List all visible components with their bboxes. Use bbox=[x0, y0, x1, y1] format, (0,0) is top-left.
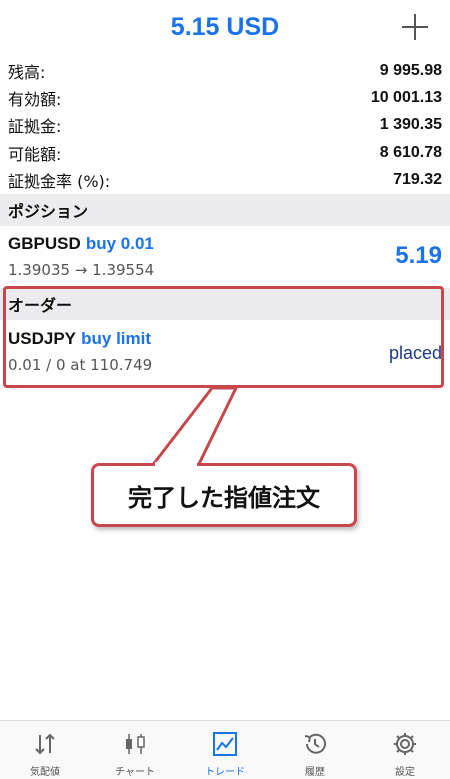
tab-label: 履歴 bbox=[305, 767, 325, 778]
tab-trade[interactable]: トレード bbox=[180, 721, 270, 779]
plus-icon[interactable] bbox=[402, 14, 428, 40]
free-margin-row: 可能額: 8 610.78 bbox=[0, 139, 450, 166]
margin-row: 証拠金: 1 390.35 bbox=[0, 112, 450, 139]
free-margin-label: 可能額: bbox=[8, 144, 62, 164]
position-title: GBPUSD buy 0.01 bbox=[8, 234, 154, 254]
balance-row: 残高: 9 995.98 bbox=[0, 57, 450, 84]
position-prices: 1.39035 → 1.39554 bbox=[8, 261, 155, 279]
margin-value: 1 390.35 bbox=[379, 116, 442, 134]
tab-label: チャート bbox=[115, 767, 155, 778]
tab-settings[interactable]: 設定 bbox=[360, 721, 450, 779]
margin-level-row: 証拠金率 (%): 719.32 bbox=[0, 166, 450, 193]
callout-text: 完了した指値注文 bbox=[128, 483, 320, 512]
margin-level-label: 証拠金率 (%): bbox=[8, 171, 111, 191]
tab-label: 気配値 bbox=[30, 767, 60, 778]
margin-label: 証拠金: bbox=[8, 117, 62, 137]
tab-history[interactable]: 履歴 bbox=[270, 721, 360, 779]
account-summary: 残高: 9 995.98 有効額: 10 001.13 証拠金: 1 390.3… bbox=[0, 57, 450, 193]
tab-label: トレード bbox=[205, 767, 245, 778]
margin-level-value: 719.32 bbox=[393, 170, 442, 188]
position-profit: 5.19 bbox=[395, 242, 442, 269]
tab-label: 設定 bbox=[395, 767, 415, 778]
trade-chart-icon bbox=[213, 732, 237, 756]
position-side: buy 0.01 bbox=[85, 234, 154, 253]
positions-section-header: ポジション bbox=[0, 194, 450, 226]
page-title: 5.15 USD bbox=[170, 13, 280, 41]
history-icon bbox=[304, 733, 326, 754]
candlestick-icon bbox=[126, 734, 145, 754]
balance-label: 残高: bbox=[8, 62, 46, 82]
annotation-callout: 完了した指値注文 bbox=[91, 463, 357, 527]
equity-value: 10 001.13 bbox=[370, 88, 442, 106]
arrows-updown-icon bbox=[35, 733, 55, 755]
position-row[interactable]: GBPUSD buy 0.01 1.39035 → 1.39554 5.19 bbox=[0, 226, 450, 284]
equity-label: 有効額: bbox=[8, 89, 62, 109]
bottom-tab-bar: 気配値 チャート トレード 履歴 設定 bbox=[0, 720, 450, 779]
equity-row: 有効額: 10 001.13 bbox=[0, 84, 450, 111]
free-margin-value: 8 610.78 bbox=[379, 143, 442, 161]
tab-quotes[interactable]: 気配値 bbox=[0, 721, 90, 779]
position-symbol: GBPUSD bbox=[8, 234, 81, 253]
gear-icon bbox=[394, 733, 416, 755]
order-highlight-box bbox=[3, 286, 444, 388]
header: 5.15 USD bbox=[0, 0, 450, 56]
balance-value: 9 995.98 bbox=[379, 61, 442, 79]
tab-chart[interactable]: チャート bbox=[90, 721, 180, 779]
